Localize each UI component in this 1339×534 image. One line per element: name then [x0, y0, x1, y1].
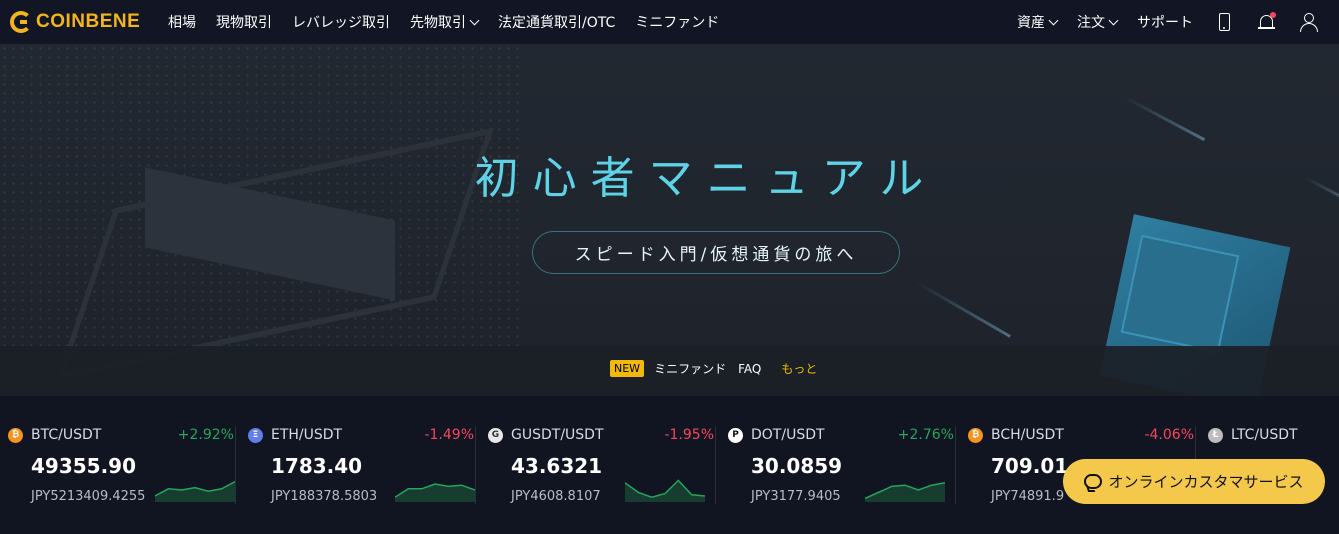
ticker-change: -1.95%	[664, 427, 714, 443]
ticker-card[interactable]: Ξ ETH/USDT -1.49% 1783.40 JPY188378.5803	[240, 396, 480, 534]
nav-item-orders[interactable]: 注文	[1077, 12, 1119, 32]
user-head	[1304, 13, 1314, 23]
phone-icon[interactable]	[1215, 12, 1235, 32]
ticker-jpy: JPY3177.9405	[751, 489, 841, 504]
ticker-price: 43.6321	[511, 454, 603, 478]
ticker-card[interactable]: G GUSDT/USDT -1.95% 43.6321 JPY4608.8107	[480, 396, 720, 534]
nav-label: 注文	[1077, 15, 1105, 31]
user-icon[interactable]	[1299, 12, 1319, 32]
ticker-pair: ETH/USDT	[271, 427, 343, 443]
gusdt-coin-icon: G	[488, 428, 503, 443]
nav-item-margin[interactable]: レバレッジ取引	[292, 12, 390, 32]
ltc-coin-icon: Ł	[1208, 428, 1223, 443]
decor-streak	[914, 280, 1012, 338]
ticker-card[interactable]: ₿ BTC/USDT +2.92% 49355.90 JPY5213409.42…	[0, 396, 240, 534]
nav-label: サポート	[1137, 15, 1193, 31]
chevron-down-icon	[1048, 15, 1059, 25]
hero-cta-button[interactable]: スピード入門/仮想通貨の旅へ	[532, 231, 900, 274]
news-link-faq[interactable]: FAQ	[738, 362, 761, 376]
nav-item-assets[interactable]: 資産	[1017, 12, 1059, 32]
sparkline	[155, 480, 235, 502]
chat-label: オンラインカスタマサービス	[1108, 473, 1304, 491]
divider	[475, 426, 476, 504]
sparkline	[865, 482, 945, 502]
bch-coin-icon: ₿	[968, 428, 983, 443]
phone-glyph	[1219, 13, 1230, 31]
dot-coin-icon: P	[728, 428, 743, 443]
coinbene-logo-icon	[10, 11, 32, 33]
bell-icon[interactable]	[1257, 12, 1277, 32]
decor-streak	[1124, 96, 1206, 142]
user-body	[1300, 23, 1318, 32]
ticker-pair: BCH/USDT	[991, 427, 1064, 443]
brand-name: COINBENE	[36, 11, 141, 32]
ticker-price: 709.01	[991, 454, 1069, 478]
divider	[235, 426, 236, 504]
ticker-card[interactable]: P DOT/USDT +2.76% 30.0859 JPY3177.9405	[720, 396, 960, 534]
nav-right: 資産 注文 サポート	[997, 0, 1339, 44]
nav-label: 資産	[1017, 15, 1045, 31]
divider	[715, 426, 716, 504]
hero-banner[interactable]: 初心者マニュアル スピード入門/仮想通貨の旅へ NEW ミニファンド FAQ も…	[0, 44, 1339, 396]
ticker-pair: GUSDT/USDT	[511, 427, 604, 443]
chevron-down-icon	[1108, 15, 1119, 25]
nav-label: 法定通貨取引/OTC	[498, 15, 616, 31]
decor-cube-face	[1120, 234, 1240, 354]
sparkline	[625, 479, 705, 502]
ticker-jpy: JPY188378.5803	[271, 489, 378, 504]
ticker-price: 49355.90	[31, 454, 137, 478]
ticker-change: +2.76%	[897, 427, 954, 443]
nav-item-market[interactable]: 相場	[168, 12, 196, 32]
nav-item-minifund[interactable]: ミニファンド	[635, 12, 719, 32]
bell-base	[1258, 27, 1275, 29]
nav-label: 先物取引	[410, 15, 466, 31]
ticker-change: -1.49%	[424, 427, 474, 443]
news-more-link[interactable]: もっと	[781, 360, 817, 377]
sparkline-area	[395, 484, 475, 502]
chat-bubble-icon	[1084, 474, 1103, 489]
nav-item-futures[interactable]: 先物取引	[410, 12, 480, 32]
chat-support-button[interactable]: オンラインカスタマサービス	[1063, 459, 1325, 504]
divider	[955, 426, 956, 504]
nav-item-support[interactable]: サポート	[1137, 12, 1193, 32]
ticker-price: 30.0859	[751, 454, 843, 478]
top-nav: COINBENE 相場 現物取引 レバレッジ取引 先物取引 法定通貨取引/OTC…	[0, 0, 1339, 44]
news-link-minifund[interactable]: ミニファンド	[654, 360, 726, 377]
notification-dot	[1270, 12, 1276, 18]
news-bar: NEW ミニファンド FAQ もっと	[610, 360, 817, 377]
ticker-price: 1783.40	[271, 454, 363, 478]
nav-item-spot[interactable]: 現物取引	[216, 12, 272, 32]
ticker-jpy: JPY74891.9	[991, 489, 1065, 504]
btc-coin-icon: ₿	[8, 428, 23, 443]
nav-label: 現物取引	[216, 15, 272, 31]
ticker-pair: BTC/USDT	[31, 427, 102, 443]
nav-label: ミニファンド	[635, 15, 720, 31]
sparkline	[395, 483, 475, 502]
nav-left: 相場 現物取引 レバレッジ取引 先物取引 法定通貨取引/OTC ミニファンド	[156, 12, 719, 32]
nav-label: レバレッジ取引	[292, 15, 390, 31]
sparkline-area	[155, 481, 235, 502]
eth-coin-icon: Ξ	[248, 428, 263, 443]
new-badge: NEW	[610, 360, 645, 377]
ticker-jpy: JPY5213409.4255	[31, 489, 146, 504]
ticker-change: +2.92%	[177, 427, 234, 443]
nav-label: 相場	[168, 15, 196, 31]
ticker-pair: LTC/USDT	[1231, 427, 1298, 443]
ticker-pair: DOT/USDT	[751, 427, 825, 443]
ticker-jpy: JPY4608.8107	[511, 489, 601, 504]
hero-title: 初心者マニュアル	[474, 153, 938, 204]
ticker-change: -4.06%	[1144, 427, 1194, 443]
nav-item-otc[interactable]: 法定通貨取引/OTC	[498, 12, 615, 32]
logo[interactable]: COINBENE	[10, 11, 156, 33]
chevron-down-icon	[469, 15, 480, 25]
